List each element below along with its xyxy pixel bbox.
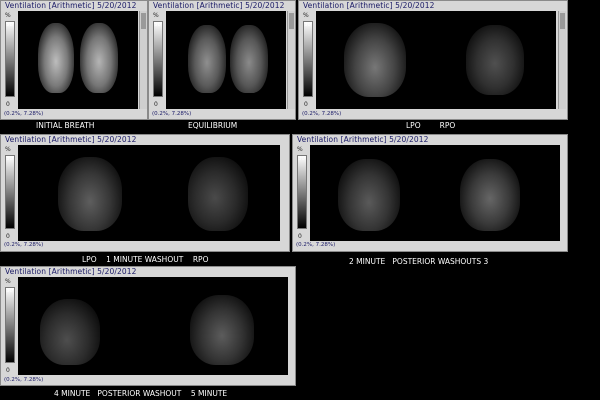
scale-max: 30 <box>6 288 13 294</box>
scan-image <box>18 277 288 375</box>
scale-max: 30 <box>6 156 13 162</box>
panel-title: Ventilation [Arithmetic] 5/20/2012 <box>5 267 137 276</box>
scale-unit: % <box>5 12 11 19</box>
scan-image <box>18 145 280 241</box>
count-range: (0.2%, 7.28%) <box>302 111 342 117</box>
scale-unit: % <box>5 146 11 153</box>
scrollbar-thumb[interactable] <box>289 13 294 29</box>
scale-min: 0 <box>6 367 10 374</box>
scale-unit: % <box>297 146 303 153</box>
count-range: (0.2%, 7.28%) <box>4 377 44 383</box>
intensity-scale: % 30 0 <box>3 277 17 375</box>
scale-gradient <box>303 21 313 97</box>
scale-max: 58 <box>6 22 13 28</box>
panel-title: Ventilation [Arithmetic] 5/20/2012 <box>303 1 435 10</box>
scale-unit: % <box>153 12 159 19</box>
vertical-scrollbar[interactable] <box>287 11 295 109</box>
scale-gradient <box>5 287 15 363</box>
panel-title: Ventilation [Arithmetic] 5/20/2012 <box>297 135 429 144</box>
scale-gradient <box>5 155 15 229</box>
caption-lpo-rpo: LPO RPO <box>402 120 486 131</box>
caption-2-minute-washout: 2 MINUTE POSTERIOR WASHOUTS 3 <box>345 256 513 267</box>
rpo-lung-uptake <box>188 157 248 231</box>
scan-image <box>166 11 286 109</box>
intensity-scale: % 58 0 <box>3 11 17 109</box>
scale-min: 0 <box>298 233 302 240</box>
scale-min: 0 <box>6 101 10 108</box>
intensity-scale: % 50 0 <box>151 11 165 109</box>
rpo-lung-uptake <box>466 25 524 95</box>
panel-lpo-rpo: Ventilation [Arithmetic] 5/20/2012 % 30 … <box>298 0 568 120</box>
caption-equilibrium: EQUILIBRIUM <box>184 120 300 131</box>
panel-equilibrium: Ventilation [Arithmetic] 5/20/2012 % 50 … <box>148 0 296 120</box>
caption-1-minute-washout: LPO 1 MINUTE WASHOUT RPO <box>78 254 220 265</box>
left-lung-uptake <box>40 299 100 365</box>
scan-image <box>316 11 556 109</box>
panel-title: Ventilation [Arithmetic] 5/20/2012 <box>153 1 285 10</box>
left-lung-uptake <box>38 23 74 93</box>
panel-title: Ventilation [Arithmetic] 5/20/2012 <box>5 1 137 10</box>
panel-4-minute-washout: Ventilation [Arithmetic] 5/20/2012 % 30 … <box>0 266 296 386</box>
panel-title: Ventilation [Arithmetic] 5/20/2012 <box>5 135 137 144</box>
intensity-scale: % 30 0 <box>3 145 17 241</box>
right-lung-uptake <box>190 295 254 365</box>
scrollbar-thumb[interactable] <box>560 13 565 29</box>
scale-max: 30 <box>298 156 305 162</box>
scan-image <box>310 145 560 241</box>
intensity-scale: % 30 0 <box>295 145 309 241</box>
scale-max: 30 <box>304 22 311 28</box>
right-lung-uptake <box>460 159 520 231</box>
lpo-lung-uptake <box>58 157 122 231</box>
scan-image <box>18 11 138 109</box>
panel-1-minute-washout: Ventilation [Arithmetic] 5/20/2012 % 30 … <box>0 134 290 252</box>
panel-initial-breath: Ventilation [Arithmetic] 5/20/2012 % 58 … <box>0 0 148 120</box>
left-lung-uptake <box>188 25 226 93</box>
scale-unit: % <box>5 278 11 285</box>
scale-min: 0 <box>154 101 158 108</box>
scale-gradient <box>5 21 15 97</box>
count-range: (0.2%, 7.28%) <box>152 111 192 117</box>
scale-min: 0 <box>6 233 10 240</box>
scale-min: 0 <box>304 101 308 108</box>
left-lung-uptake <box>338 159 400 231</box>
scale-max: 50 <box>154 22 161 28</box>
scale-gradient <box>153 21 163 97</box>
scale-unit: % <box>303 12 309 19</box>
scrollbar-thumb[interactable] <box>141 13 146 29</box>
vertical-scrollbar[interactable] <box>139 11 147 109</box>
vertical-scrollbar[interactable] <box>558 11 566 109</box>
lpo-lung-uptake <box>344 23 406 97</box>
count-range: (0.2%, 7.28%) <box>4 242 44 248</box>
right-lung-uptake <box>80 23 118 93</box>
caption-4-minute-washout: 4 MINUTE POSTERIOR WASHOUT 5 MINUTE <box>50 388 248 399</box>
scale-gradient <box>297 155 307 229</box>
count-range: (0.2%, 7.28%) <box>296 242 336 248</box>
right-lung-uptake <box>230 25 268 93</box>
caption-initial-breath: INITIAL BREATH <box>32 120 150 131</box>
intensity-scale: % 30 0 <box>301 11 315 109</box>
panel-2-minute-washout: Ventilation [Arithmetic] 5/20/2012 % 30 … <box>292 134 568 252</box>
count-range: (0.2%, 7.28%) <box>4 111 44 117</box>
